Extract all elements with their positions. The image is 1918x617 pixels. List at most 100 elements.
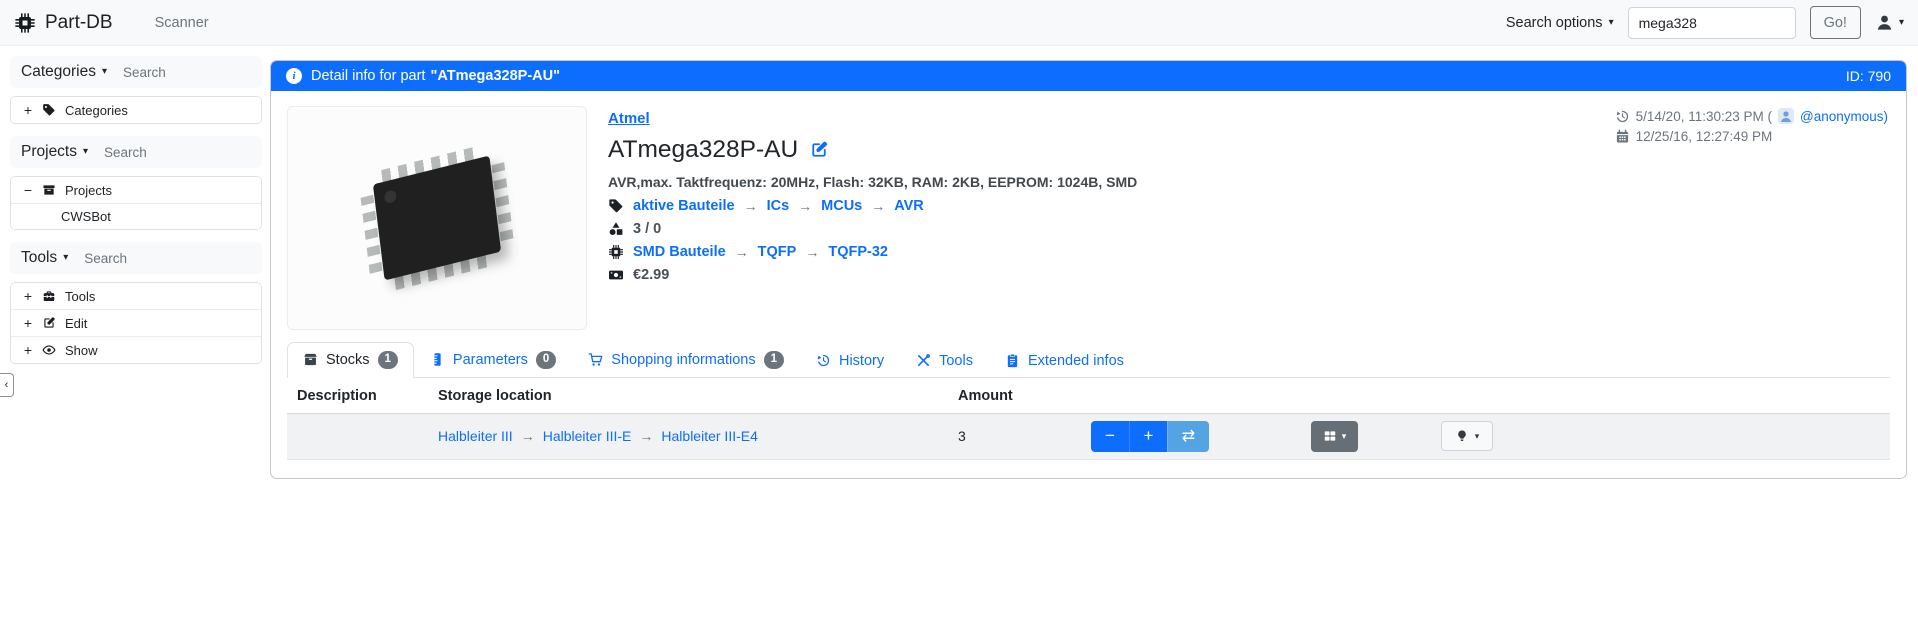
search-options-label: Search options xyxy=(1506,15,1603,31)
search-options-dropdown[interactable]: Search options ▾ xyxy=(1506,15,1614,31)
part-meta: 5/14/20, 11:30:23 PM ( @anonymous) 12/25… xyxy=(1615,106,1890,330)
grid-icon xyxy=(1323,429,1337,443)
tree-item-label: CWSBot xyxy=(61,209,111,224)
projects-dropdown[interactable]: Projects ▾ xyxy=(21,143,88,161)
nav-item-scanner[interactable]: Scanner xyxy=(155,15,209,31)
tab-badge: 1 xyxy=(378,351,398,369)
categories-dropdown[interactable]: Categories ▾ xyxy=(21,63,107,81)
expand-icon[interactable]: + xyxy=(23,102,33,118)
created-line: 12/25/16, 12:27:49 PM xyxy=(1615,129,1888,144)
sidebar-section-categories: Categories ▾ + Categories xyxy=(10,56,262,124)
tab-label: Parameters xyxy=(453,352,528,368)
microchip-icon xyxy=(608,244,624,260)
tab-shopping-informations[interactable]: Shopping informations 1 xyxy=(572,342,800,378)
shapes-icon xyxy=(608,221,624,237)
expand-icon[interactable]: + xyxy=(23,315,33,331)
tab-label: Shopping informations xyxy=(611,352,755,368)
go-button[interactable]: Go! xyxy=(1810,6,1861,39)
tab-label: Extended infos xyxy=(1028,353,1124,369)
category-link[interactable]: MCUs xyxy=(821,198,862,214)
move-stock-button[interactable]: ⇄ xyxy=(1167,421,1209,452)
category-breadcrumb: aktive Bauteile → ICs → MCUs → AVR xyxy=(608,198,1615,214)
expand-icon[interactable]: + xyxy=(23,288,33,304)
tab-history[interactable]: History xyxy=(800,344,900,378)
tab-label: Stocks xyxy=(326,352,370,368)
category-link[interactable]: AVR xyxy=(894,198,924,214)
sidebar-collapse-toggle[interactable]: ‹ xyxy=(0,373,14,397)
arrow-icon: → xyxy=(871,198,885,214)
tab-extended-infos[interactable]: Extended infos xyxy=(989,344,1140,378)
brand-link[interactable]: Part-DB xyxy=(14,12,113,34)
part-image[interactable] xyxy=(287,106,587,330)
caret-down-icon: ▾ xyxy=(63,253,68,263)
sidebar: Categories ▾ + Categories Projects ▾ − xyxy=(10,56,262,376)
expand-icon[interactable]: + xyxy=(23,342,33,358)
footprint-breadcrumb: SMD Bauteile → TQFP → TQFP-32 xyxy=(608,244,1615,260)
microchip-icon xyxy=(14,12,36,34)
tag-icon xyxy=(42,103,56,117)
last-edited-line: 5/14/20, 11:30:23 PM ( @anonymous) xyxy=(1615,108,1888,124)
tools-search-input[interactable] xyxy=(84,251,194,266)
tab-label: Tools xyxy=(939,353,973,369)
pencil-square-icon xyxy=(42,316,56,330)
part-title: ATmega328P-AU xyxy=(608,136,798,164)
tab-parameters[interactable]: Parameters 0 xyxy=(414,342,572,378)
column-header-amount: Amount xyxy=(958,388,1091,404)
screwdriver-wrench-icon xyxy=(916,353,931,368)
manufacturer-link[interactable]: Atmel xyxy=(608,110,650,127)
user-icon xyxy=(1875,13,1894,32)
footprint-link[interactable]: TQFP-32 xyxy=(828,244,888,260)
header-prefix: Detail info for part xyxy=(311,68,425,84)
caret-down-icon: ▾ xyxy=(1342,431,1347,442)
arrow-icon: → xyxy=(744,198,758,214)
grid-view-dropdown-button[interactable]: ▾ xyxy=(1311,421,1358,452)
stocks-table: Description Storage location Amount Halb… xyxy=(287,378,1890,460)
sidebar-section-tools: Tools ▾ + Tools + Edit + Show xyxy=(10,242,262,364)
decrease-stock-button[interactable]: − xyxy=(1091,421,1129,452)
tree-item-cwsbot[interactable]: CWSBot xyxy=(11,203,261,229)
category-link[interactable]: aktive Bauteile xyxy=(633,198,735,214)
top-navbar: Part-DB Scanner Search options ▾ Go! ▾ xyxy=(0,0,1918,46)
category-link[interactable]: ICs xyxy=(767,198,790,214)
tree-item-label: Show xyxy=(65,343,98,358)
tab-badge: 1 xyxy=(764,351,784,369)
tree-item-projects[interactable]: − Projects xyxy=(11,177,261,203)
stock-amount: 3 xyxy=(958,428,1091,444)
caret-down-icon: ▾ xyxy=(1899,18,1904,28)
tree-item-edit[interactable]: + Edit xyxy=(11,309,261,336)
user-menu[interactable]: ▾ xyxy=(1875,13,1904,32)
stock-table-row: Halbleiter III → Halbleiter III-E → Halb… xyxy=(287,414,1890,460)
edited-by-user-link[interactable]: @anonymous) xyxy=(1800,109,1888,124)
increase-stock-button[interactable]: + xyxy=(1129,421,1167,452)
tab-stocks[interactable]: Stocks 1 xyxy=(287,342,414,378)
caret-down-icon: ▾ xyxy=(1475,431,1480,442)
edit-part-icon[interactable] xyxy=(809,140,829,160)
footprint-link[interactable]: SMD Bauteile xyxy=(633,244,726,260)
storage-location-link[interactable]: Halbleiter III-E4 xyxy=(661,428,757,444)
clock-rotate-left-icon xyxy=(816,353,831,368)
column-header-description: Description xyxy=(297,388,438,404)
part-detail-header: i Detail info for part "ATmega328P-AU" I… xyxy=(271,61,1906,91)
chevron-left-icon: ‹ xyxy=(5,379,9,391)
footprint-link[interactable]: TQFP xyxy=(758,244,797,260)
column-header-storage-location: Storage location xyxy=(438,388,958,404)
tree-item-categories[interactable]: + Categories xyxy=(11,97,261,123)
tab-tools[interactable]: Tools xyxy=(900,344,989,378)
tag-icon xyxy=(608,198,624,214)
label-dropdown-button[interactable]: ▾ xyxy=(1441,421,1493,451)
caret-down-icon: ▾ xyxy=(83,147,88,157)
arrow-icon: → xyxy=(639,428,653,444)
tools-dropdown[interactable]: Tools ▾ xyxy=(21,249,68,267)
tree-item-tools[interactable]: + Tools xyxy=(11,283,261,309)
search-input[interactable] xyxy=(1628,7,1796,39)
header-part-name: "ATmega328P-AU" xyxy=(430,68,560,84)
clipboard-list-icon xyxy=(1005,353,1020,368)
storage-location-link[interactable]: Halbleiter III xyxy=(438,428,513,444)
categories-search-input[interactable] xyxy=(123,65,233,80)
collapse-expand-icon[interactable]: − xyxy=(23,182,33,198)
tree-item-show[interactable]: + Show xyxy=(11,336,261,363)
ruler-icon xyxy=(430,352,445,367)
storage-location-link[interactable]: Halbleiter III-E xyxy=(543,428,632,444)
caret-down-icon: ▾ xyxy=(102,67,107,77)
projects-search-input[interactable] xyxy=(104,145,214,160)
